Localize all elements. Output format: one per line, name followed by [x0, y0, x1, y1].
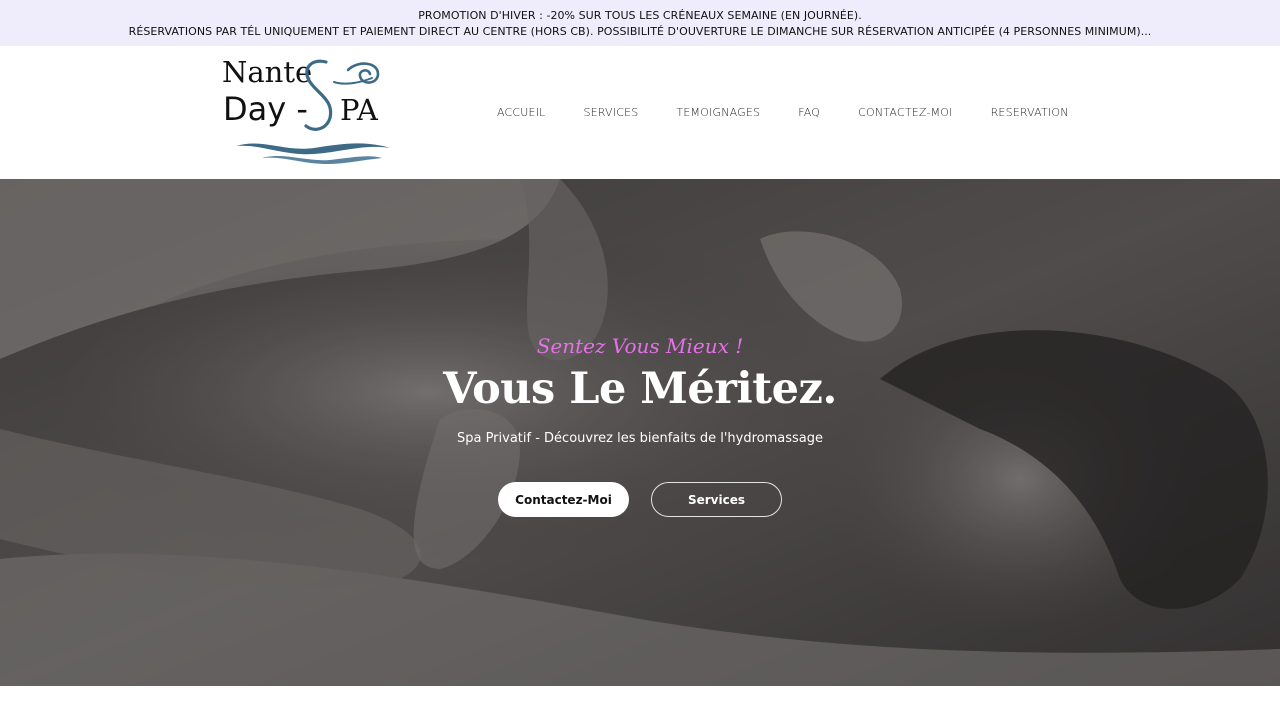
- nav-item-contact[interactable]: CONTACTEZ-MOI: [839, 106, 971, 119]
- logo-wave-top: [236, 143, 390, 155]
- contact-button[interactable]: Contactez-Moi: [498, 482, 629, 517]
- hero-content: Sentez Vous Mieux ! Vous Le Méritez. Spa…: [0, 179, 1280, 686]
- logo-word-pa: PA: [340, 93, 379, 127]
- promo-banner: PROMOTION D'HIVER : -20% SUR TOUS LES CR…: [0, 0, 1280, 46]
- logo-word-nante: Nante: [222, 56, 312, 89]
- wave-icon: [346, 62, 380, 84]
- promo-line-1: PROMOTION D'HIVER : -20% SUR TOUS LES CR…: [418, 8, 862, 22]
- services-button[interactable]: Services: [651, 482, 782, 517]
- main-nav: ACCUEIL SERVICES TEMOIGNAGES FAQ CONTACT…: [478, 46, 1088, 179]
- hero-section: Sentez Vous Mieux ! Vous Le Méritez. Spa…: [0, 179, 1280, 686]
- site-header: Nante Day - PA ACCUEIL SERVICES TEMOIGNA…: [0, 46, 1280, 179]
- logo-word-day: Day -: [223, 90, 308, 128]
- nav-item-temoignages[interactable]: TEMOIGNAGES: [657, 106, 779, 119]
- hero-headline: Vous Le Méritez.: [443, 364, 837, 414]
- nav-item-faq[interactable]: FAQ: [779, 106, 839, 119]
- hero-tagline: Sentez Vous Mieux !: [536, 334, 744, 358]
- logo-graphic: Nante Day - PA: [222, 55, 390, 164]
- logo-wave-bottom: [262, 156, 382, 164]
- nav-item-reservation[interactable]: RESERVATION: [972, 106, 1088, 119]
- nav-item-services[interactable]: SERVICES: [564, 106, 657, 119]
- nav-item-accueil[interactable]: ACCUEIL: [478, 106, 564, 119]
- hero-subtitle: Spa Privatif - Découvrez les bienfaits d…: [456, 431, 824, 446]
- promo-line-2: RÉSERVATIONS PAR TÉL UNIQUEMENT ET PAIEM…: [128, 24, 1152, 38]
- site-logo[interactable]: Nante Day - PA: [222, 55, 394, 166]
